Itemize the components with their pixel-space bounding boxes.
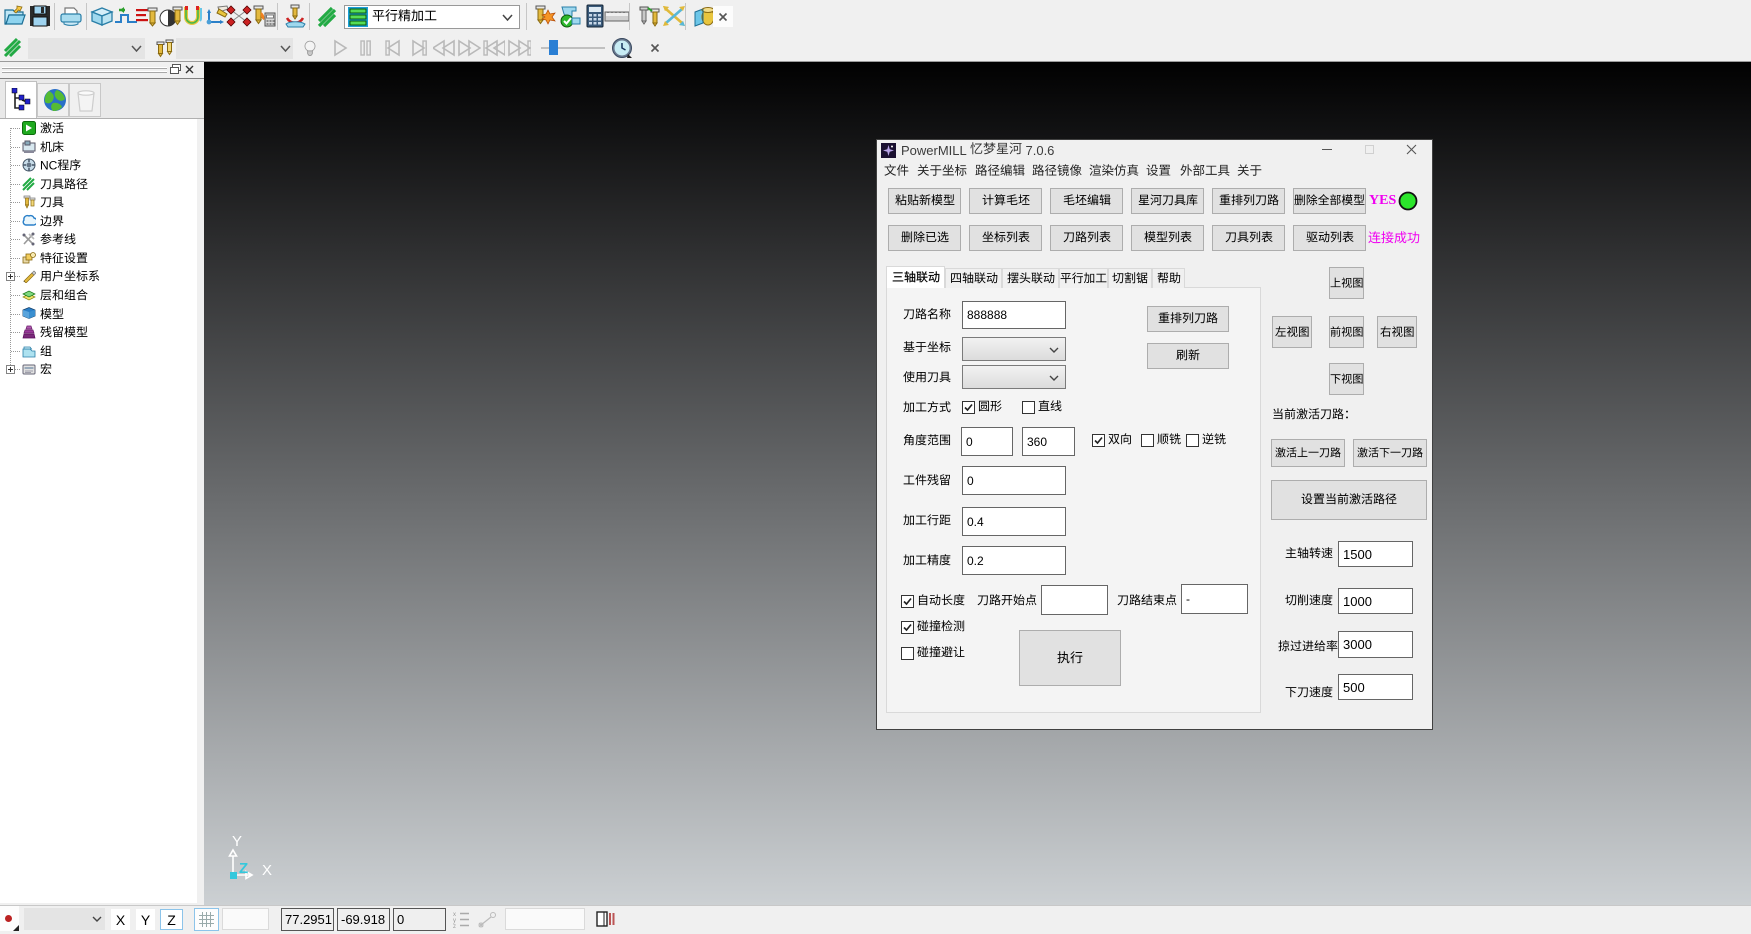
svg-text:C: C	[49, 159, 58, 172]
svg-text:Y: Y	[232, 833, 242, 850]
svg-text:N: N	[40, 159, 49, 172]
svg-text:z: z	[453, 924, 456, 929]
svg-text:Z: Z	[239, 860, 248, 877]
svg-text:X: X	[262, 862, 272, 879]
